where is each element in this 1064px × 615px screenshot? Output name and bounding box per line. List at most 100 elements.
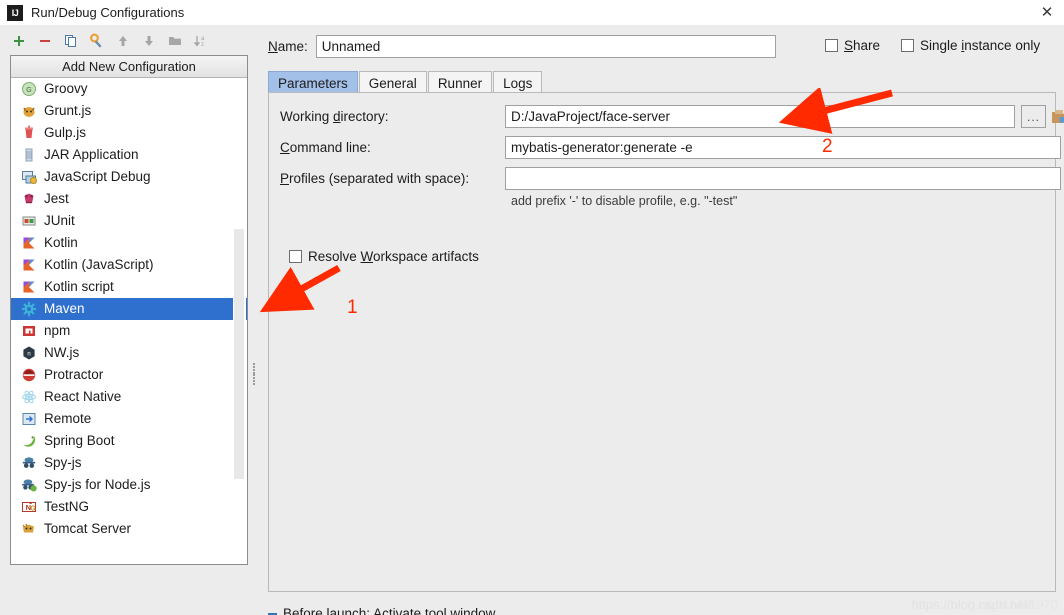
sidebar-item-npm[interactable]: npm xyxy=(11,320,247,342)
profiles-row: Profiles (separated with space): xyxy=(280,167,1061,190)
spyjs-node-icon xyxy=(21,477,37,493)
resolve-workspace-checkbox-box[interactable] xyxy=(289,250,302,263)
command-line-row: Command line: xyxy=(280,136,1061,159)
sidebar-item-jar-application[interactable]: JAR Application xyxy=(11,144,247,166)
react-native-icon xyxy=(21,389,37,405)
sidebar-item-label: JavaScript Debug xyxy=(44,169,151,184)
scrollbar-thumb[interactable] xyxy=(234,229,244,479)
sidebar-item-nw-js[interactable]: n NW.js xyxy=(11,342,247,364)
copy-icon[interactable] xyxy=(60,30,82,52)
folder-icon[interactable] xyxy=(164,30,186,52)
arrow-down-icon[interactable] xyxy=(138,30,160,52)
single-instance-checkbox-label: Single instance only xyxy=(920,38,1041,53)
command-line-input[interactable] xyxy=(505,136,1061,159)
arrow-up-icon[interactable] xyxy=(112,30,134,52)
sidebar-item-grunt-js[interactable]: Grunt.js xyxy=(11,100,247,122)
share-checkbox-box[interactable] xyxy=(825,39,838,52)
configuration-list-scroll[interactable]: G Groovy Grunt.js Gulp.js JAR Application Jav… xyxy=(11,78,247,564)
sidebar-item-label: Spy-js for Node.js xyxy=(44,477,151,492)
sidebar-item-groovy[interactable]: G Groovy xyxy=(11,78,247,100)
sidebar-item-maven[interactable]: Maven xyxy=(11,298,247,320)
insert-macro-icon[interactable] xyxy=(1050,107,1064,127)
svg-text:G: G xyxy=(26,87,31,94)
npm-icon xyxy=(21,323,37,339)
sidebar-item-javascript-debug[interactable]: JavaScript Debug xyxy=(11,166,247,188)
sidebar-item-label: Gulp.js xyxy=(44,125,87,140)
sidebar-item-spring-boot[interactable]: Spring Boot xyxy=(11,430,247,452)
junit-icon xyxy=(21,213,37,229)
collapse-icon[interactable] xyxy=(268,612,277,615)
close-icon[interactable]: ✕ xyxy=(1030,0,1064,24)
sidebar-item-label: Groovy xyxy=(44,81,88,96)
tab-general[interactable]: General xyxy=(358,71,427,94)
before-launch-section[interactable]: Before launch: Activate tool window xyxy=(268,606,495,615)
configurations-toolbar: a z xyxy=(0,27,250,55)
testng-icon: NG xyxy=(21,499,37,515)
sidebar-item-protractor[interactable]: Protractor xyxy=(11,364,247,386)
working-directory-label: Working directory: xyxy=(280,109,389,124)
tab-parameters[interactable]: Parameters xyxy=(268,71,358,94)
sidebar-item-label: Kotlin script xyxy=(44,279,114,294)
browse-directory-button[interactable]: ... xyxy=(1021,105,1046,128)
sidebar-item-spy-js-for-node-js[interactable]: Spy-js for Node.js xyxy=(11,474,247,496)
sidebar-item-spy-js[interactable]: Spy-js xyxy=(11,452,247,474)
sidebar-item-junit[interactable]: JUnit xyxy=(11,210,247,232)
sidebar-item-label: Tomcat Server xyxy=(44,521,132,536)
single-instance-checkbox-box[interactable] xyxy=(901,39,914,52)
javascript-debug-icon xyxy=(21,169,37,185)
sidebar-item-label: JUnit xyxy=(44,213,75,228)
command-line-label: Command line: xyxy=(280,140,371,155)
working-directory-input[interactable] xyxy=(505,105,1015,128)
parameters-tab-panel: Working directory: ... Command line: xyxy=(268,92,1064,592)
gulp-icon xyxy=(21,125,37,141)
add-new-configuration-header[interactable]: Add New Configuration xyxy=(11,56,247,78)
wrench-icon[interactable] xyxy=(86,30,108,52)
sidebar-item-tomcat-server[interactable]: Tomcat Server xyxy=(11,518,247,540)
sidebar-item-kotlin-script[interactable]: Kotlin script xyxy=(11,276,247,298)
single-instance-checkbox[interactable]: Single instance only xyxy=(901,38,1040,53)
name-input[interactable] xyxy=(315,35,776,58)
sidebar-item-kotlin-javascript[interactable]: Kotlin (JavaScript) xyxy=(11,254,247,276)
kotlin-icon xyxy=(21,235,37,251)
splitter-handle[interactable] xyxy=(253,363,256,385)
app-icon: IJ xyxy=(7,4,23,21)
spring-boot-icon xyxy=(21,433,37,449)
name-row: Name: xyxy=(268,35,776,58)
sidebar-item-label: TestNG xyxy=(44,499,90,514)
tab-runner[interactable]: Runner xyxy=(427,71,493,94)
sidebar-item-remote[interactable]: Remote xyxy=(11,408,247,430)
configurations-panel: a z Add New Configuration G Groovy Grunt.j… xyxy=(0,25,250,615)
kotlin-icon xyxy=(21,279,37,295)
sidebar-item-jest[interactable]: Jest xyxy=(11,188,247,210)
groovy-icon: G xyxy=(21,81,37,97)
working-directory-row: Working directory: ... xyxy=(280,105,1064,128)
sidebar-item-react-native[interactable]: React Native xyxy=(11,386,247,408)
share-checkbox[interactable]: Share xyxy=(825,38,880,53)
sidebar-item-label: NW.js xyxy=(44,345,80,360)
sort-az-icon[interactable]: a z xyxy=(190,30,212,52)
configuration-list-scrollbar[interactable] xyxy=(233,79,246,564)
sidebar-item-label: Maven xyxy=(44,301,85,316)
share-checkbox-label: Share xyxy=(844,38,881,53)
add-configuration-button[interactable] xyxy=(8,30,30,52)
resolve-workspace-artifacts-checkbox[interactable]: Resolve Workspace artifacts xyxy=(289,249,479,264)
sidebar-item-label: Grunt.js xyxy=(44,103,92,118)
jar-icon xyxy=(21,147,37,163)
remove-configuration-button[interactable] xyxy=(34,30,56,52)
profiles-label: Profiles (separated with space): xyxy=(280,171,470,186)
svg-text:G: G xyxy=(30,505,36,512)
sidebar-item-kotlin[interactable]: Kotlin xyxy=(11,232,247,254)
svg-text:z: z xyxy=(201,42,204,48)
title-bar: IJ Run/Debug Configurations ✕ xyxy=(0,0,1064,25)
sidebar-item-label: JAR Application xyxy=(44,147,139,162)
sidebar-item-label: npm xyxy=(44,323,71,338)
dialog-body: a z Add New Configuration G Groovy Grunt.j… xyxy=(0,25,1064,615)
configuration-type-list[interactable]: Add New Configuration G Groovy Grunt.js Gul… xyxy=(10,55,248,565)
sidebar-item-label: React Native xyxy=(44,389,122,404)
sidebar-item-testng[interactable]: N G TestNG xyxy=(11,496,247,518)
tab-logs[interactable]: Logs xyxy=(493,71,543,94)
tomcat-icon xyxy=(21,521,37,537)
panel-splitter[interactable] xyxy=(251,25,259,615)
profiles-input[interactable] xyxy=(505,167,1061,190)
sidebar-item-gulp-js[interactable]: Gulp.js xyxy=(11,122,247,144)
